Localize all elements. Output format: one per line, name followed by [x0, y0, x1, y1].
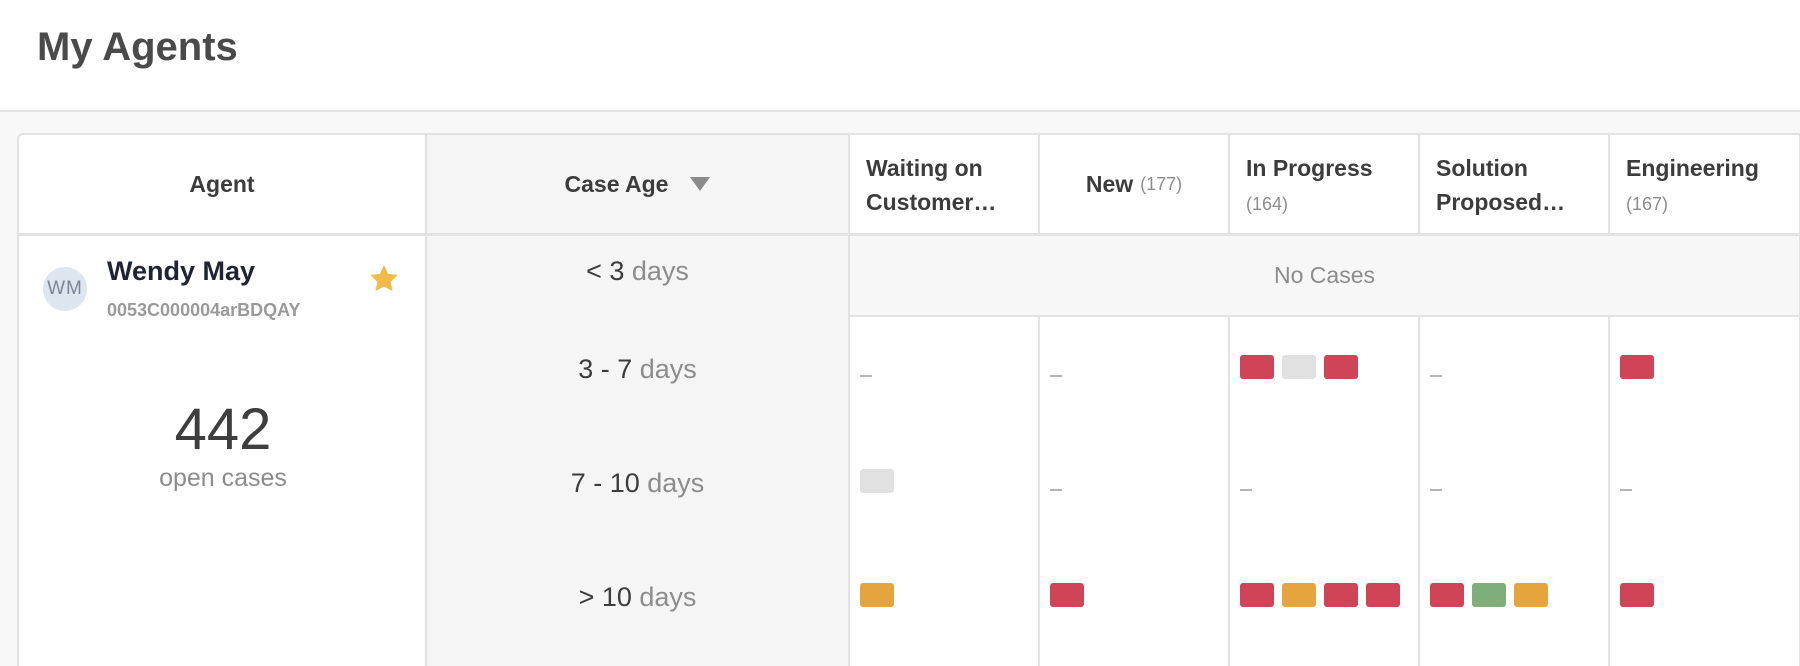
agent-row: WM Wendy May 0053C000004arBDQAY 442 open…	[19, 236, 1799, 666]
agents-board: Agent Case Age Waiting on Customer… New …	[17, 133, 1800, 666]
case-age-column: < 3 days 3 - 7 days 7 - 10 days > 10 day…	[427, 236, 850, 666]
column-header-case-age[interactable]: Case Age	[427, 135, 850, 233]
status-count: (164)	[1246, 194, 1289, 214]
page-title: My Agents	[37, 25, 238, 69]
column-header-new[interactable]: New (177)	[1040, 135, 1230, 233]
age-unit: days	[639, 354, 697, 384]
age-unit: days	[639, 582, 697, 612]
open-cases-label: open cases	[159, 464, 287, 492]
case-chip-red[interactable]	[1324, 583, 1358, 607]
case-chip-gray[interactable]	[1282, 355, 1316, 379]
page-header: My Agents	[0, 0, 1800, 112]
case-cell	[860, 469, 894, 493]
case-chip-green[interactable]	[1472, 583, 1506, 607]
empty-cell-dash	[1050, 375, 1062, 377]
age-row-3-7: 3 - 7 days	[427, 354, 848, 385]
no-cases-row: No Cases	[850, 236, 1799, 317]
status-title: In Progress	[1246, 155, 1373, 181]
case-chip-red[interactable]	[1620, 583, 1654, 607]
star-icon[interactable]	[367, 262, 401, 296]
case-chip-red[interactable]	[1430, 583, 1464, 607]
age-range: 7 - 10	[570, 468, 640, 498]
column-header-solution-proposed[interactable]: Solution Proposed…	[1420, 135, 1610, 233]
case-chip-orange[interactable]	[1514, 583, 1548, 607]
avatar: WM	[43, 267, 87, 311]
case-chip-gray[interactable]	[860, 469, 894, 493]
empty-cell-dash	[1620, 489, 1632, 491]
column-header-engineering[interactable]: Engineering (167)	[1610, 135, 1799, 233]
case-chip-red[interactable]	[1050, 583, 1084, 607]
case-chip-red[interactable]	[1240, 355, 1274, 379]
case-cell	[860, 583, 894, 607]
age-range: 3 - 7	[578, 354, 633, 384]
status-count: (177)	[1140, 174, 1183, 194]
no-cases-label: No Cases	[1274, 262, 1375, 288]
status-title: New	[1085, 171, 1134, 197]
age-range: < 3	[586, 256, 625, 286]
status-title: Engineering	[1626, 155, 1759, 181]
age-range: > 10	[578, 582, 632, 612]
column-header-case-age-label: Case Age	[564, 170, 669, 197]
status-count: (167)	[1626, 194, 1669, 214]
case-cell	[1620, 355, 1654, 379]
age-row-7-10: 7 - 10 days	[427, 468, 848, 499]
age-unit: days	[647, 468, 705, 498]
case-chip-red[interactable]	[1620, 355, 1654, 379]
status-column-solution-proposed	[1420, 317, 1610, 666]
case-cell	[1050, 583, 1084, 607]
open-cases-count: 442	[174, 397, 272, 462]
empty-cell-dash	[860, 375, 872, 377]
case-cell	[1240, 355, 1358, 379]
empty-cell-dash	[1430, 375, 1442, 377]
age-row-over-10: > 10 days	[427, 582, 848, 613]
status-column-waiting-on-customer	[850, 317, 1040, 666]
case-chip-orange[interactable]	[860, 583, 894, 607]
status-column-engineering	[1610, 317, 1799, 666]
empty-cell-dash	[1050, 489, 1062, 491]
agent-cell[interactable]: WM Wendy May 0053C000004arBDQAY 442 open…	[19, 236, 427, 666]
empty-cell-dash	[1240, 489, 1252, 491]
case-chip-red[interactable]	[1366, 583, 1400, 607]
column-header-waiting-on-customer[interactable]: Waiting on Customer…	[850, 135, 1040, 233]
column-header-agent-label: Agent	[189, 170, 255, 197]
age-unit: days	[631, 256, 689, 286]
case-cell	[1240, 583, 1400, 607]
empty-cell-dash	[1430, 489, 1442, 491]
case-chip-orange[interactable]	[1282, 583, 1316, 607]
status-title: Waiting on Customer…	[866, 155, 997, 215]
status-column-in-progress	[1230, 317, 1420, 666]
column-header-in-progress[interactable]: In Progress (164)	[1230, 135, 1420, 233]
sort-down-icon[interactable]	[690, 177, 711, 191]
status-title: Solution Proposed…	[1436, 155, 1566, 215]
case-chip-red[interactable]	[1324, 355, 1358, 379]
agent-id: 0053C000004arBDQAY	[107, 300, 301, 320]
case-cell	[1620, 583, 1654, 607]
case-cell	[1430, 583, 1548, 607]
status-column-new	[1040, 317, 1230, 666]
table-header: Agent Case Age Waiting on Customer… New …	[19, 135, 1799, 236]
age-row-under-3: < 3 days	[427, 256, 848, 287]
column-header-agent: Agent	[19, 135, 427, 233]
case-chip-red[interactable]	[1240, 583, 1274, 607]
agent-name[interactable]: Wendy May	[107, 256, 255, 287]
case-grid: No Cases	[850, 236, 1799, 666]
